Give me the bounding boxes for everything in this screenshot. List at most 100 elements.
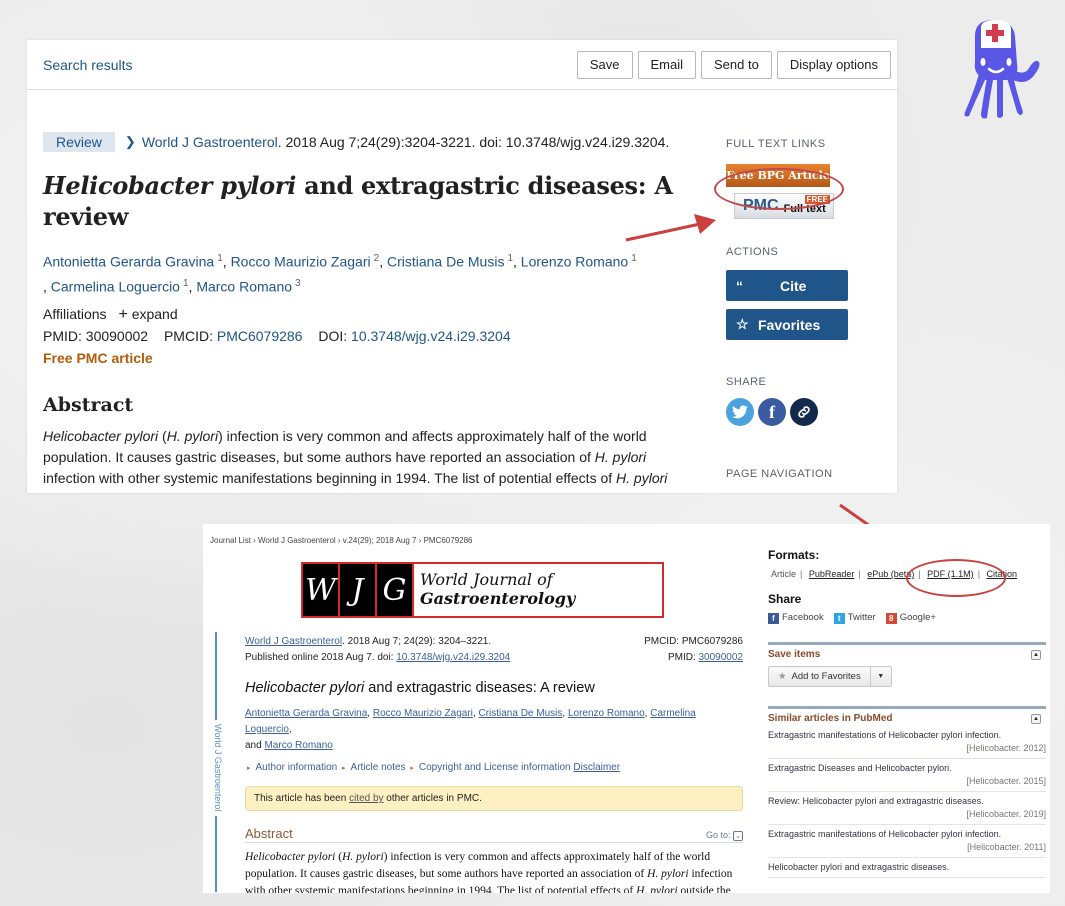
- facebook-label: Facebook: [782, 612, 824, 623]
- share-googleplus[interactable]: 8 Google+: [885, 612, 936, 624]
- google-plus-icon: 8: [885, 613, 897, 624]
- title-italic: Helicobacter pylori: [245, 680, 365, 696]
- collapse-icon[interactable]: ▲: [1031, 714, 1041, 724]
- citation-row: World J Gastroenterol. 2018 Aug 7; 24(29…: [245, 634, 743, 650]
- affiliation-ref[interactable]: 1: [183, 278, 189, 289]
- share-twitter[interactable]: t Twitter: [833, 612, 876, 624]
- pmid-link[interactable]: 30090002: [699, 652, 744, 663]
- author-information-link[interactable]: Author information: [256, 762, 338, 773]
- similar-source: [Helicobacter. 2015]: [966, 776, 1046, 786]
- free-pmc-article-label: Free PMC article: [43, 350, 153, 367]
- star-icon: ★: [778, 671, 787, 682]
- logo-letter: W: [303, 564, 340, 616]
- cited-by-pre: This article has been: [254, 793, 350, 804]
- pmcid-link[interactable]: PMC6079286: [217, 328, 303, 344]
- abstract-italic: Helicobacter pylori: [43, 428, 159, 445]
- similar-article[interactable]: Extragastric Diseases and Helicobacter p…: [768, 759, 1046, 792]
- title-rest: and extragastric diseases: A review: [364, 680, 595, 696]
- facebook-icon[interactable]: f: [758, 398, 786, 426]
- journal-spine-label: World J Gastroenterol: [209, 720, 223, 816]
- author-link[interactable]: Carmelina Loguercio: [51, 278, 180, 294]
- pmc-share-links: f Facebook t Twitter 8 Google+: [768, 612, 1046, 624]
- similar-article[interactable]: Extragastric manifestations of Helicobac…: [768, 825, 1046, 858]
- share-section: SHARE f: [726, 376, 886, 426]
- highlight-ellipse: [714, 168, 844, 210]
- citation-rest: . 2018 Aug 7; 24(29): 3204–3221.: [342, 636, 492, 647]
- cite-button[interactable]: “ Cite: [726, 270, 848, 301]
- favorites-button[interactable]: ☆ Favorites: [726, 309, 848, 340]
- save-button[interactable]: Save: [576, 50, 633, 79]
- author-link[interactable]: Cristiana De Musis: [387, 254, 504, 270]
- author-link[interactable]: Antonietta Gerarda Gravina: [245, 708, 367, 719]
- cited-by-link[interactable]: cited by: [349, 793, 383, 804]
- pmid-text: PMID: 30090002: [668, 650, 743, 666]
- cited-by-notice: This article has been cited by other art…: [245, 786, 743, 811]
- journal-logo: W J G World Journal of Gastroenterology: [301, 562, 664, 618]
- doi-link[interactable]: 10.3748/wjg.v24.i29.3204: [396, 652, 510, 663]
- search-results-link[interactable]: Search results: [43, 57, 132, 73]
- abstract-italic: H. pylori: [594, 449, 647, 466]
- format-pubreader[interactable]: PubReader: [809, 569, 855, 579]
- doi-link[interactable]: 10.3748/wjg.v24.i29.3204: [351, 328, 511, 344]
- affiliation-ref[interactable]: 1: [631, 253, 637, 264]
- add-to-favorites-button[interactable]: ★ Add to Favorites ▼: [768, 666, 892, 687]
- article-notes-link[interactable]: Article notes: [351, 762, 406, 773]
- author-link[interactable]: Antonietta Gerarda Gravina: [43, 254, 214, 270]
- plus-icon: +: [118, 306, 128, 324]
- facebook-icon: f: [768, 613, 779, 624]
- affiliation-ref[interactable]: 1: [507, 253, 513, 264]
- pubmed-panel: Search results Save Email Send to Displa…: [27, 40, 897, 493]
- journal-link[interactable]: World J Gastroenterol: [245, 636, 342, 647]
- disclaimer-link[interactable]: Disclaimer: [573, 762, 620, 773]
- author-link[interactable]: Rocco Maurizio Zagari: [231, 254, 371, 270]
- format-article: Article: [771, 569, 797, 579]
- twitter-icon: t: [833, 613, 845, 624]
- logo-line-1: World Journal of: [420, 570, 553, 589]
- share-facebook[interactable]: f Facebook: [768, 612, 824, 624]
- similar-article[interactable]: Review: Helicobacter pylori and extragas…: [768, 792, 1046, 825]
- breadcrumb[interactable]: Journal List › World J Gastroenterol › v…: [210, 536, 473, 545]
- chevron-right-icon: ❯: [124, 134, 136, 149]
- author-link[interactable]: Lorenzo Romano: [521, 254, 628, 270]
- similar-source: [Helicobacter. 2012]: [966, 743, 1046, 753]
- similar-source: [Helicobacter. 2019]: [966, 809, 1046, 819]
- email-button[interactable]: Email: [637, 50, 697, 79]
- affiliation-ref[interactable]: 3: [295, 278, 301, 289]
- article-main: Review ❯ World J Gastroenterol . 2018 Au…: [43, 132, 683, 489]
- author-link[interactable]: Cristiana De Musis: [478, 708, 562, 719]
- affiliations-toggle[interactable]: Affiliations + expand: [43, 306, 683, 324]
- link-icon[interactable]: [790, 398, 818, 426]
- pubmed-sidebar: FULL TEXT LINKS Free BPG Article PMC Ful…: [714, 138, 886, 480]
- author-link[interactable]: Marco Romano: [196, 278, 292, 294]
- dropdown-caret-icon[interactable]: ▼: [871, 673, 891, 680]
- author-link[interactable]: Lorenzo Romano: [568, 708, 645, 719]
- display-options-button[interactable]: Display options: [776, 50, 891, 79]
- collapse-icon[interactable]: ▲: [1031, 650, 1041, 660]
- expand-label: expand: [131, 306, 178, 323]
- citation-text: World J Gastroenterol. 2018 Aug 7; 24(29…: [245, 634, 491, 650]
- twitter-icon[interactable]: [726, 398, 754, 426]
- published-text: Published online 2018 Aug 7. doi: 10.374…: [245, 650, 510, 666]
- similar-article[interactable]: Extragastric manifestations of Helicobac…: [768, 726, 1046, 759]
- affiliation-ref[interactable]: 2: [374, 253, 380, 264]
- copyright-link[interactable]: Copyright and License information: [419, 762, 571, 773]
- abstract-span: (: [158, 428, 167, 445]
- full-text-links-heading: FULL TEXT LINKS: [726, 138, 826, 150]
- author-link[interactable]: Marco Romano: [264, 740, 332, 751]
- goto-menu[interactable]: Go to: ⌄: [706, 830, 743, 841]
- journal-link[interactable]: World J Gastroenterol: [142, 134, 278, 150]
- similar-title: Extragastric Diseases and Helicobacter p…: [768, 763, 952, 773]
- similar-article[interactable]: Helicobacter pylori and extragastric dis…: [768, 858, 1046, 878]
- abstract-span: outside the: [677, 885, 731, 893]
- doi-label: DOI:: [318, 328, 348, 345]
- goto-label: Go to:: [705, 830, 731, 840]
- send-to-button[interactable]: Send to: [701, 50, 772, 79]
- author-link[interactable]: Rocco Maurizio Zagari: [373, 708, 473, 719]
- affiliation-ref[interactable]: 1: [217, 253, 223, 264]
- page-navigation-heading: PAGE NAVIGATION: [726, 468, 833, 480]
- add-to-favorites-label: Add to Favorites: [791, 671, 861, 682]
- pmc-sidebar: Formats: Article | PubReader | ePub (beta)…: [768, 548, 1046, 878]
- article-type-badge: Review: [43, 132, 115, 152]
- abstract-italic: H. pylori: [342, 851, 384, 863]
- article-info-links: ▸ Author information ▸ Article notes ▸ Copy…: [245, 762, 743, 773]
